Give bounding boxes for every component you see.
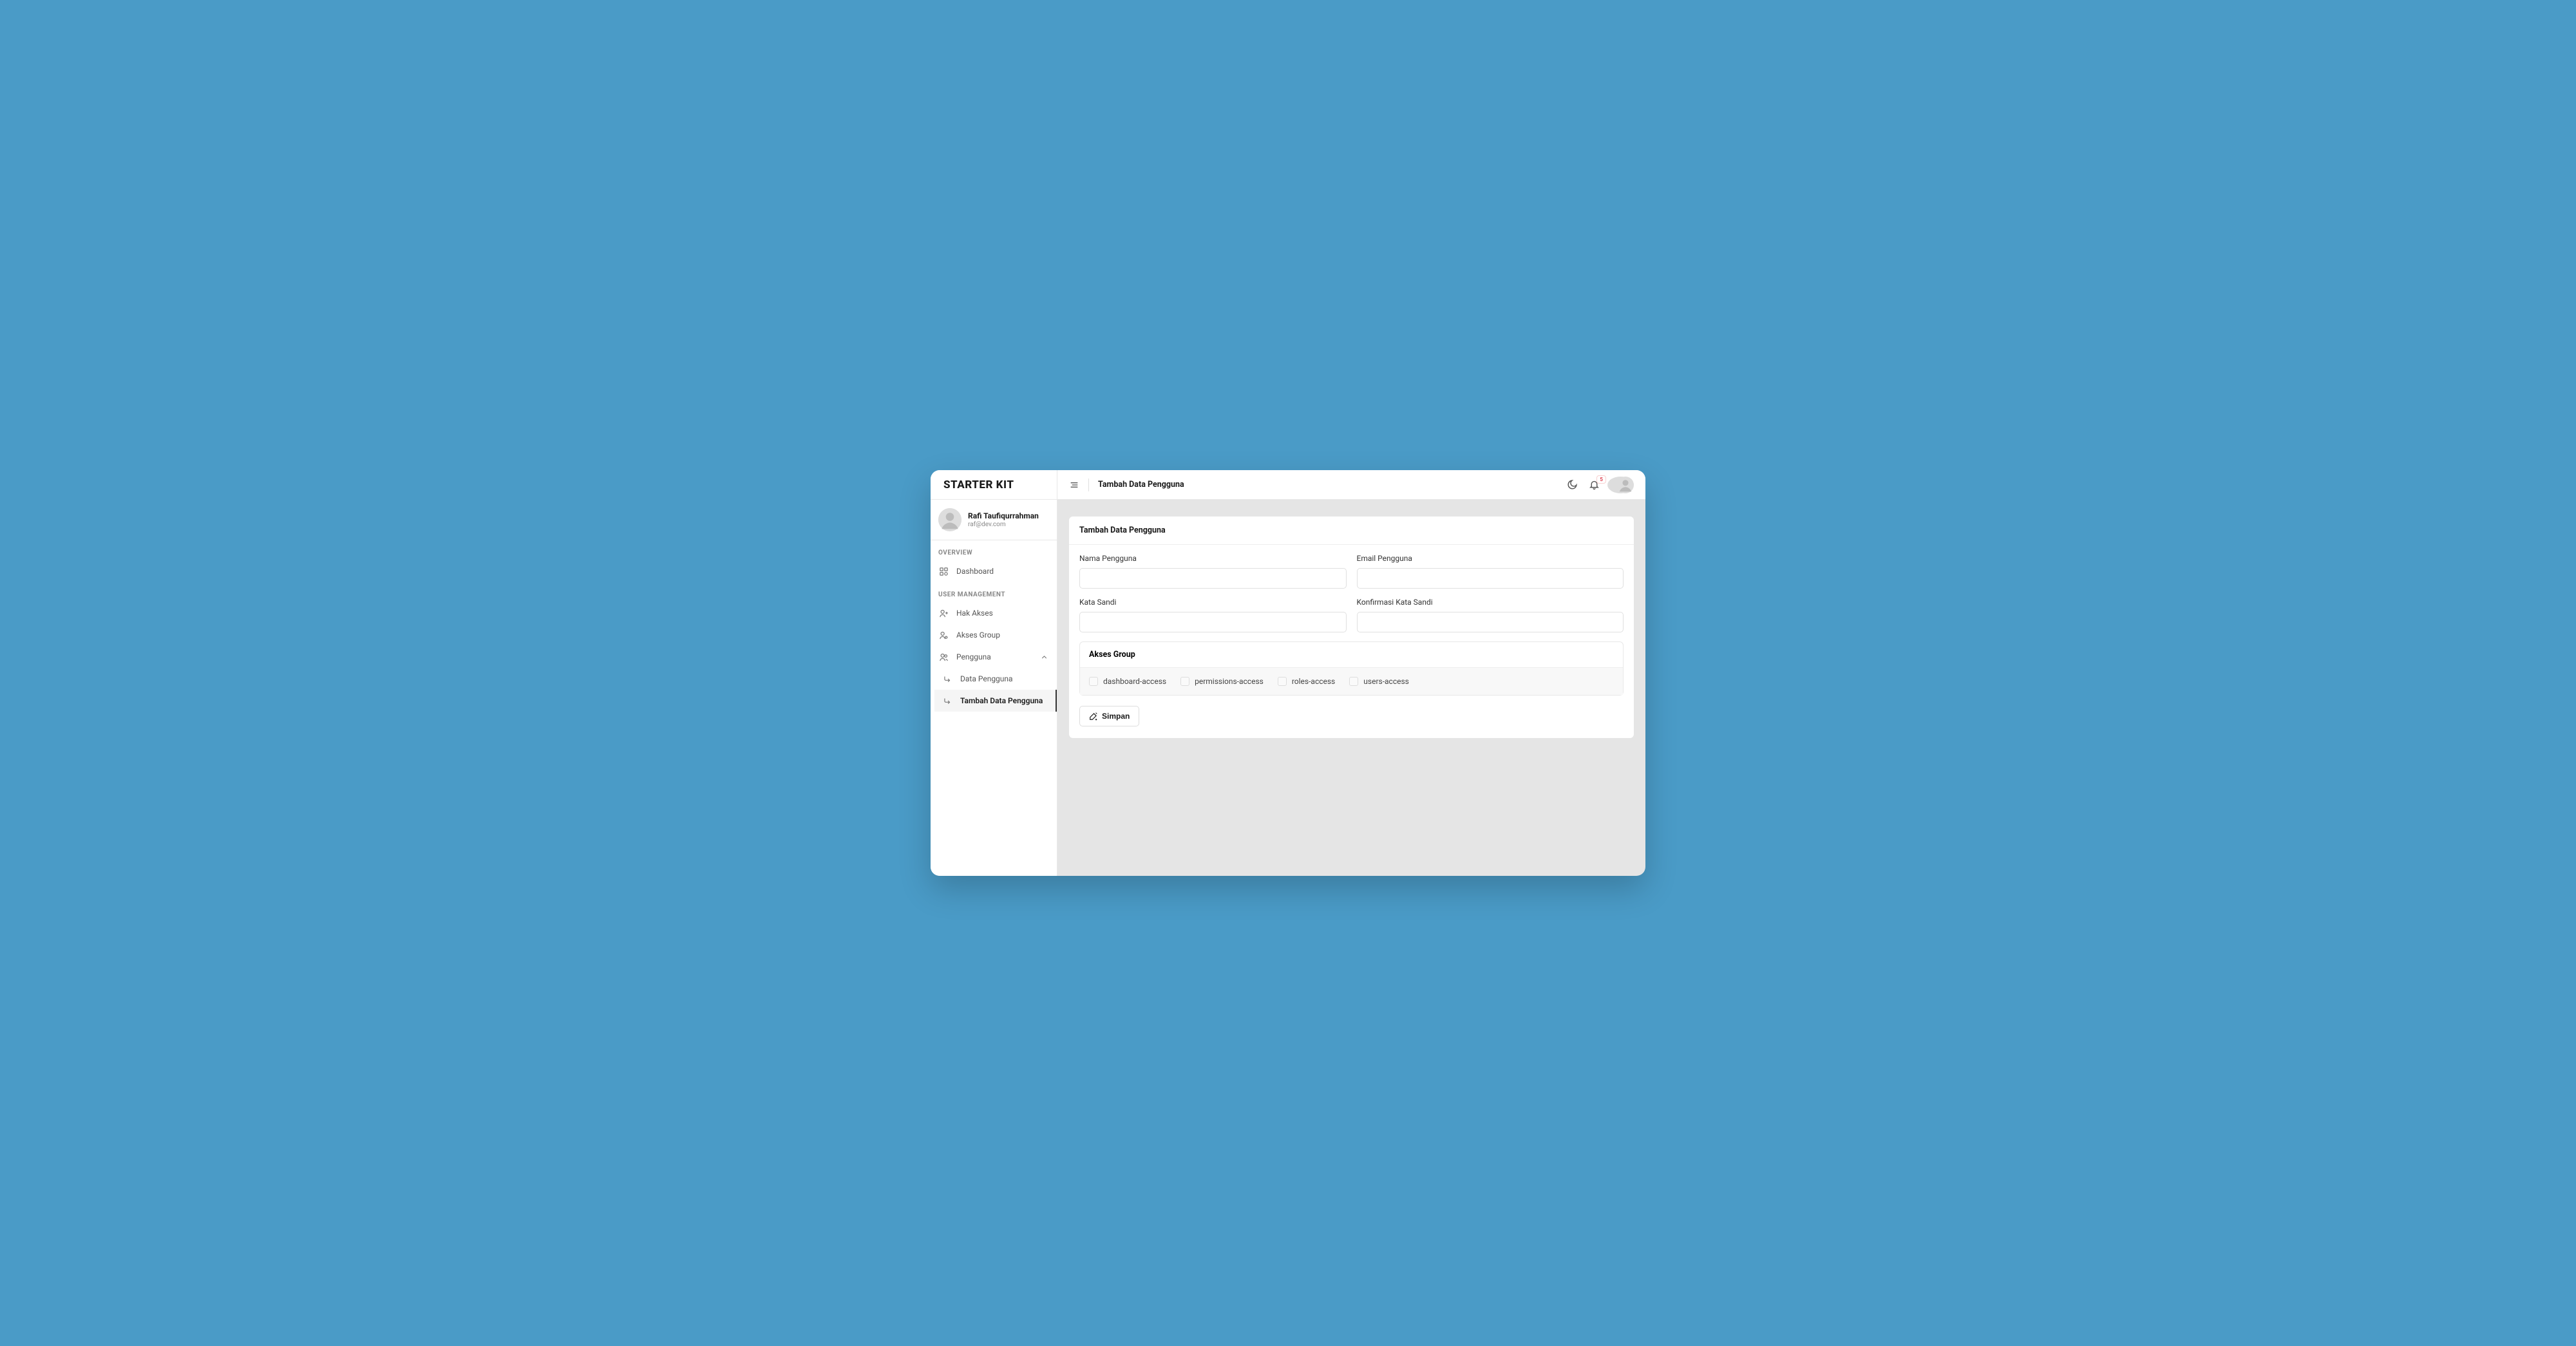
card-title: Tambah Data Pengguna	[1069, 517, 1634, 545]
checkbox-input[interactable]	[1278, 677, 1287, 686]
theme-toggle-button[interactable]	[1566, 479, 1578, 491]
avatar-icon	[938, 508, 961, 531]
avatar-icon	[1617, 477, 1634, 493]
user-info: Rafi Taufiqurrahman raf@dev.com	[968, 511, 1039, 528]
checkbox-label: roles-access	[1292, 677, 1335, 686]
confirm-password-input[interactable]	[1357, 612, 1624, 632]
akses-group-body: dashboard-access permissions-access role…	[1080, 668, 1623, 695]
nav-submenu-pengguna: Data Pengguna Tambah Data Pengguna	[931, 668, 1057, 712]
user-email: raf@dev.com	[968, 521, 1039, 528]
user-name: Rafi Taufiqurrahman	[968, 511, 1039, 520]
notifications-button[interactable]: 5	[1588, 479, 1600, 491]
sidebar-item-label: Pengguna	[956, 652, 991, 661]
akses-group-panel: Akses Group dashboard-access permissions…	[1079, 641, 1624, 696]
akses-group-title: Akses Group	[1080, 642, 1623, 668]
form-group-nama: Nama Pengguna	[1079, 554, 1347, 589]
checkbox-permissions-access[interactable]: permissions-access	[1180, 677, 1264, 686]
nama-label: Nama Pengguna	[1079, 554, 1347, 563]
checkbox-input[interactable]	[1349, 677, 1358, 686]
sidebar-item-dashboard[interactable]: Dashboard	[931, 560, 1057, 582]
user-avatar-button[interactable]	[1607, 477, 1634, 493]
checkbox-label: dashboard-access	[1103, 677, 1166, 686]
user-plus-icon	[938, 608, 949, 618]
checkbox-dashboard-access[interactable]: dashboard-access	[1089, 677, 1166, 686]
sidebar-item-label: Dashboard	[956, 567, 994, 576]
arrow-sub-icon	[942, 674, 952, 684]
topbar: Tambah Data Pengguna 5	[1057, 470, 1645, 500]
sidebar-item-tambah-data-pengguna[interactable]: Tambah Data Pengguna	[934, 690, 1057, 712]
sidebar-item-pengguna[interactable]: Pengguna	[931, 646, 1057, 668]
password-label: Kata Sandi	[1079, 598, 1347, 607]
arrow-sub-icon	[942, 696, 952, 706]
app-window: STARTER KIT Rafi Taufiqurrahman raf@dev.…	[931, 470, 1645, 876]
checkbox-input[interactable]	[1089, 677, 1098, 686]
confirm-password-label: Konfirmasi Kata Sandi	[1357, 598, 1624, 607]
content: Tambah Data Pengguna Nama Pengguna Email…	[1057, 500, 1645, 755]
checkbox-roles-access[interactable]: roles-access	[1278, 677, 1335, 686]
page-title: Tambah Data Pengguna	[1098, 480, 1184, 489]
sidebar-item-data-pengguna[interactable]: Data Pengguna	[934, 668, 1057, 690]
sidebar-item-label: Data Pengguna	[960, 674, 1013, 683]
users-icon	[938, 652, 949, 662]
password-input[interactable]	[1079, 612, 1347, 632]
nav-section-user-mgmt: USER MANAGEMENT	[931, 582, 1057, 602]
sidebar-item-akses-group[interactable]: Akses Group	[931, 624, 1057, 646]
form-group-email: Email Pengguna	[1357, 554, 1624, 589]
chevron-up-icon	[1039, 652, 1049, 662]
logo-text: STARTER KIT	[943, 479, 1014, 491]
email-label: Email Pengguna	[1357, 554, 1624, 563]
form-row: Kata Sandi Konfirmasi Kata Sandi	[1079, 598, 1624, 632]
checkbox-input[interactable]	[1180, 677, 1189, 686]
checkbox-label: permissions-access	[1195, 677, 1264, 686]
sidebar-user-block[interactable]: Rafi Taufiqurrahman raf@dev.com	[931, 500, 1057, 540]
save-button-label: Simpan	[1102, 712, 1130, 721]
email-input[interactable]	[1357, 568, 1624, 589]
moon-icon	[1567, 479, 1578, 490]
pencil-plus-icon	[1089, 712, 1098, 721]
topbar-right: 5	[1566, 477, 1634, 493]
grid-icon	[938, 566, 949, 576]
checkbox-label: users-access	[1363, 677, 1409, 686]
sidebar-item-label: Tambah Data Pengguna	[960, 696, 1043, 705]
form-card: Tambah Data Pengguna Nama Pengguna Email…	[1069, 517, 1634, 738]
logo-area: STARTER KIT	[931, 470, 1057, 500]
save-button[interactable]: Simpan	[1079, 706, 1139, 726]
main-area: Tambah Data Pengguna 5 Tambah Data Pengg…	[1057, 470, 1645, 876]
nav-section-overview: OVERVIEW	[931, 540, 1057, 560]
nama-input[interactable]	[1079, 568, 1347, 589]
checkbox-users-access[interactable]: users-access	[1349, 677, 1409, 686]
form-row: Nama Pengguna Email Pengguna	[1079, 554, 1624, 589]
sidebar-item-label: Akses Group	[956, 630, 1000, 640]
form-group-password: Kata Sandi	[1079, 598, 1347, 632]
notification-badge: 5	[1596, 475, 1606, 484]
divider	[1088, 479, 1089, 491]
sidebar-item-hak-akses[interactable]: Hak Akses	[931, 602, 1057, 624]
card-body: Nama Pengguna Email Pengguna Kata Sandi	[1069, 545, 1634, 738]
user-group-icon	[938, 630, 949, 640]
sidebar-item-label: Hak Akses	[956, 609, 993, 618]
form-group-confirm-password: Konfirmasi Kata Sandi	[1357, 598, 1624, 632]
menu-toggle-button[interactable]	[1069, 480, 1079, 490]
sidebar: STARTER KIT Rafi Taufiqurrahman raf@dev.…	[931, 470, 1057, 876]
